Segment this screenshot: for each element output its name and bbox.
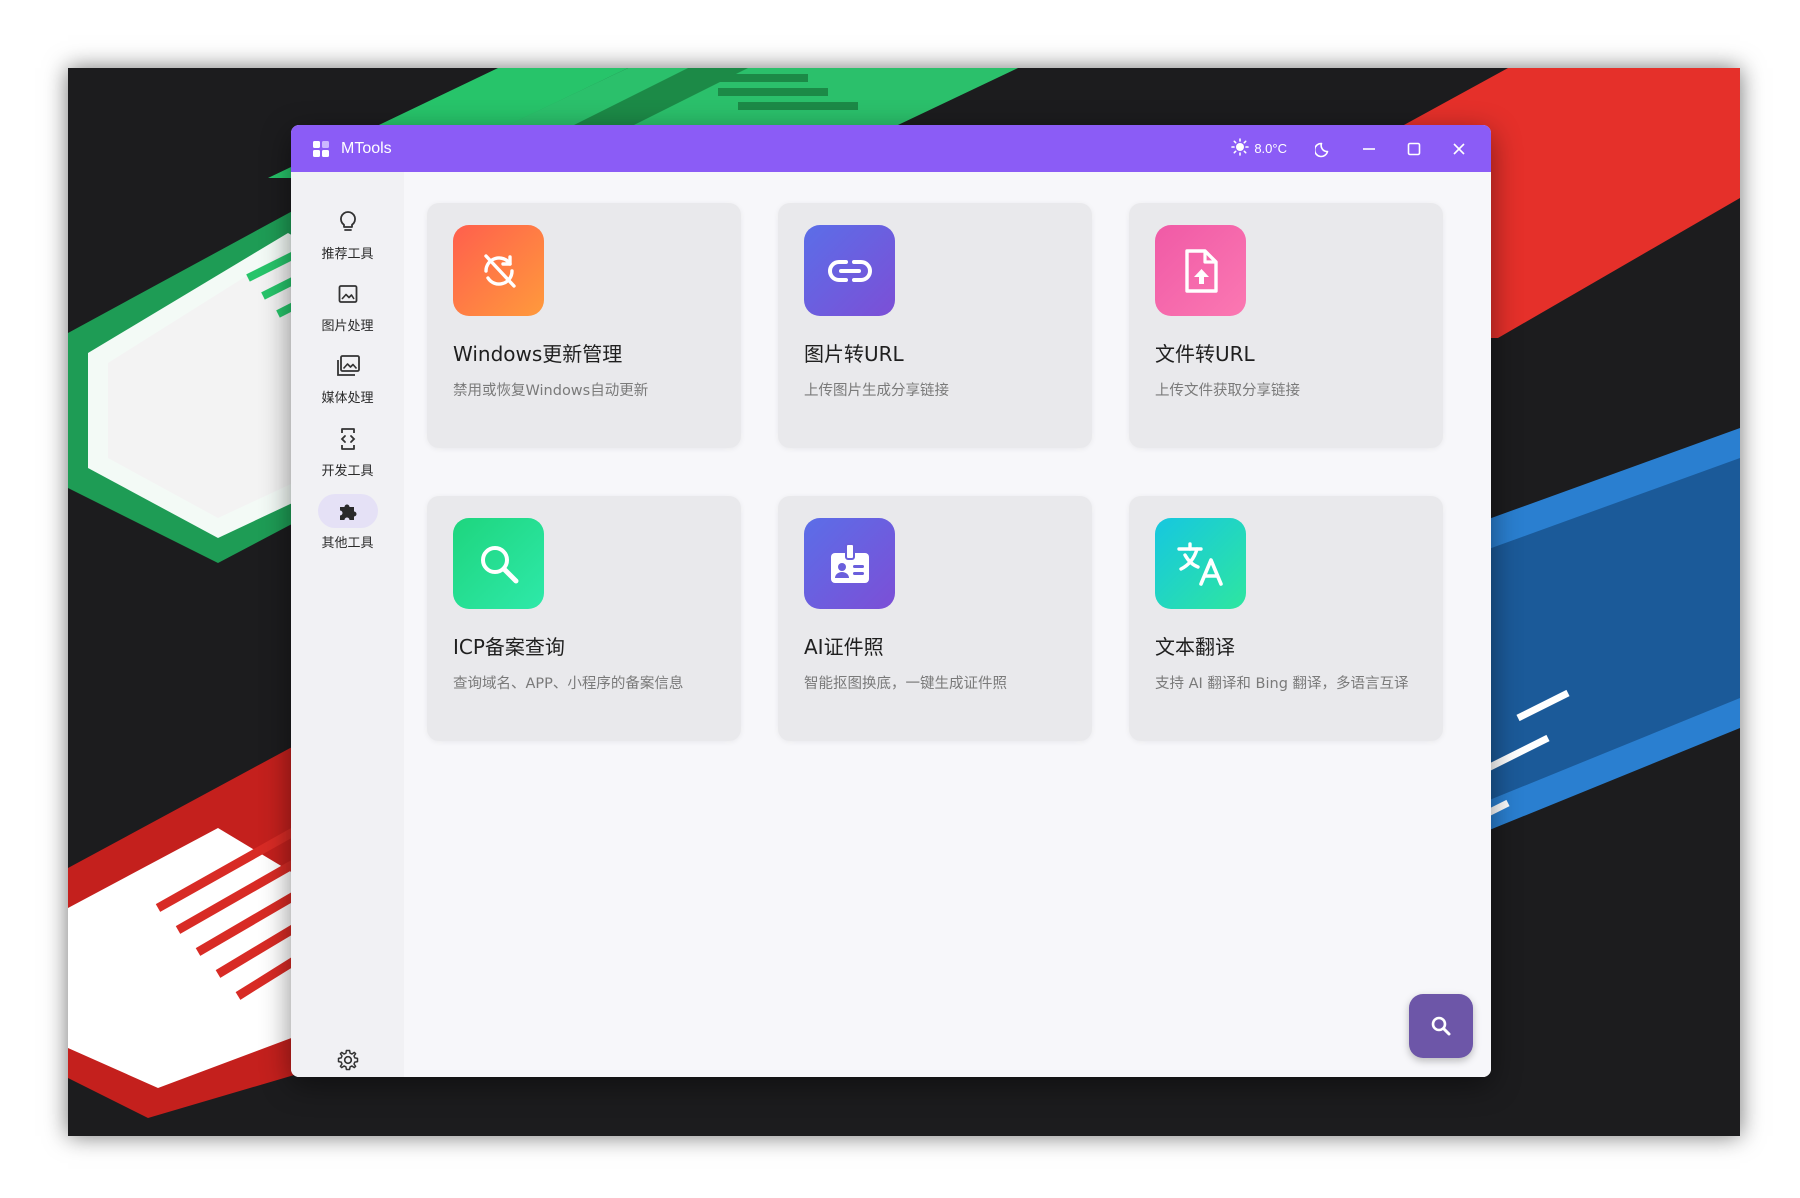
weather-widget[interactable]: 8.0°C xyxy=(1231,137,1287,160)
card-title: 文件转URL xyxy=(1155,342,1255,366)
image-icon xyxy=(318,277,378,311)
sun-icon xyxy=(1231,137,1250,160)
link-icon xyxy=(827,259,872,282)
card-description: 支持 AI 翻译和 Bing 翻译，多语言互译 xyxy=(1155,676,1409,692)
sidebar-item-image[interactable]: 图片处理 xyxy=(291,277,404,347)
close-button[interactable] xyxy=(1436,125,1481,172)
tool-grid: Windows更新管理 禁用或恢复Windows自动更新 图片转URL 上传图片… xyxy=(404,172,1491,1077)
minimize-icon xyxy=(1362,147,1375,150)
weather-temperature: 8.0°C xyxy=(1254,141,1287,156)
search-icon xyxy=(480,545,518,583)
gear-icon xyxy=(337,1049,359,1071)
tool-card-text-translate[interactable]: 文本翻译 支持 AI 翻译和 Bing 翻译，多语言互译 xyxy=(1129,496,1443,741)
sidebar: 推荐工具 图片处理 媒体处理 开发工具 其他工具 xyxy=(291,172,404,1077)
card-description: 上传图片生成分享链接 xyxy=(804,383,949,399)
app-title: MTools xyxy=(341,139,392,157)
code-file-icon xyxy=(318,422,378,456)
dark-mode-toggle[interactable] xyxy=(1301,125,1346,172)
card-icon-tile xyxy=(1155,225,1246,316)
tool-card-ai-id-photo[interactable]: AI证件照 智能抠图换底，一键生成证件照 xyxy=(778,496,1092,741)
card-title: ICP备案查询 xyxy=(453,635,565,659)
card-description: 查询域名、APP、小程序的备案信息 xyxy=(453,676,684,692)
card-title: AI证件照 xyxy=(804,635,884,659)
card-title: Windows更新管理 xyxy=(453,342,623,366)
card-icon-tile xyxy=(453,518,544,609)
lightbulb-icon xyxy=(318,205,378,239)
minimize-button[interactable] xyxy=(1346,125,1391,172)
search-icon xyxy=(1431,1016,1451,1036)
card-title: 图片转URL xyxy=(804,342,904,366)
card-description: 智能抠图换底，一键生成证件照 xyxy=(804,676,1007,692)
close-icon xyxy=(1452,142,1465,155)
card-icon-tile xyxy=(804,225,895,316)
id-badge-icon xyxy=(830,542,869,583)
tool-card-icp-lookup[interactable]: ICP备案查询 查询域名、APP、小程序的备案信息 xyxy=(427,496,741,741)
app-logo-icon xyxy=(311,139,331,159)
moon-icon xyxy=(1314,142,1328,157)
sidebar-item-label: 推荐工具 xyxy=(321,247,374,262)
sidebar-item-media[interactable]: 媒体处理 xyxy=(291,349,404,419)
settings-button[interactable] xyxy=(334,1046,362,1074)
search-fab-button[interactable] xyxy=(1409,994,1473,1058)
card-icon-tile xyxy=(804,518,895,609)
sidebar-item-other-tools[interactable]: 其他工具 xyxy=(291,494,404,564)
sidebar-item-label: 开发工具 xyxy=(321,464,374,479)
sidebar-item-label: 其他工具 xyxy=(321,536,374,551)
puzzle-icon xyxy=(317,494,378,528)
app-window: MTools 8.0°C 推荐工具 图片处理 媒体处理 开发工具 其他工具 Wi… xyxy=(291,125,1491,1077)
sidebar-item-label: 图片处理 xyxy=(321,319,374,334)
tool-card-file-to-url[interactable]: 文件转URL 上传文件获取分享链接 xyxy=(1129,203,1443,448)
card-description: 禁用或恢复Windows自动更新 xyxy=(453,383,649,399)
card-description: 上传文件获取分享链接 xyxy=(1155,383,1300,399)
tool-card-windows-update[interactable]: Windows更新管理 禁用或恢复Windows自动更新 xyxy=(427,203,741,448)
media-gallery-icon xyxy=(318,349,378,383)
maximize-icon xyxy=(1407,142,1420,155)
file-upload-icon xyxy=(1184,248,1218,293)
title-bar[interactable]: MTools 8.0°C xyxy=(291,125,1491,172)
update-off-icon xyxy=(483,253,516,288)
translate-icon xyxy=(1176,541,1223,586)
sidebar-item-label: 媒体处理 xyxy=(321,391,374,406)
card-icon-tile xyxy=(453,225,544,316)
card-icon-tile xyxy=(1155,518,1246,609)
maximize-button[interactable] xyxy=(1391,125,1436,172)
sidebar-item-recommended[interactable]: 推荐工具 xyxy=(291,205,404,275)
sidebar-item-dev-tools[interactable]: 开发工具 xyxy=(291,422,404,492)
tool-card-image-to-url[interactable]: 图片转URL 上传图片生成分享链接 xyxy=(778,203,1092,448)
card-title: 文本翻译 xyxy=(1155,635,1235,659)
